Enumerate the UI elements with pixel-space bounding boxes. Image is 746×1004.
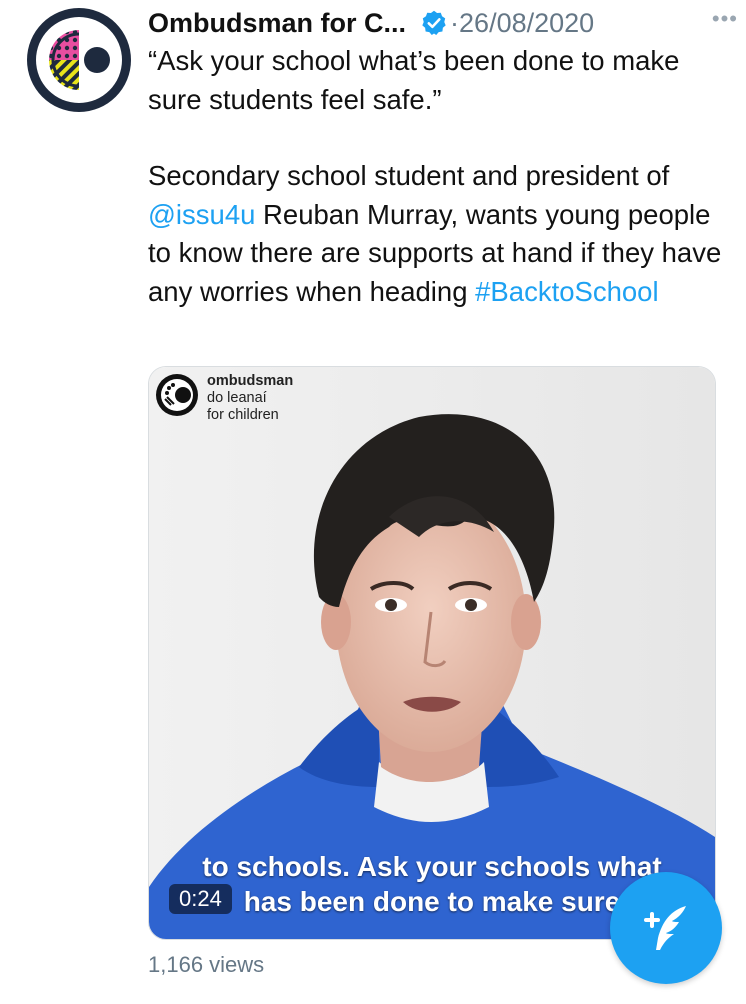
author-name[interactable]: Ombudsman for C... xyxy=(148,8,406,39)
author-avatar[interactable] xyxy=(27,8,131,112)
tweet-header: Ombudsman for C... · 26/08/2020 xyxy=(148,4,728,42)
verified-badge-icon xyxy=(422,10,446,36)
tweet-body: “Ask your school what’s been done to mak… xyxy=(148,42,733,311)
ombudsman-logo-icon xyxy=(156,374,198,416)
more-options-icon[interactable]: ••• xyxy=(712,6,738,32)
tweet-text-part1: Secondary school student and president o… xyxy=(148,160,670,191)
brand-line-2: do leanaí xyxy=(207,390,267,406)
tweet-quote: “Ask your school what’s been done to mak… xyxy=(148,45,680,115)
compose-tweet-icon xyxy=(644,906,686,950)
ombudsman-logo-icon xyxy=(36,17,122,103)
header-separator: · xyxy=(450,7,460,38)
video-brand-watermark: ombudsman do leanaí for children xyxy=(155,373,293,424)
hashtag-link[interactable]: #BacktoSchool xyxy=(475,276,658,307)
view-count: 1,166 views xyxy=(148,952,265,977)
brand-line-3: for children xyxy=(207,407,279,423)
video-player[interactable]: ombudsman do leanaí for children to scho… xyxy=(148,366,716,940)
tweet-date[interactable]: 26/08/2020 xyxy=(459,8,594,39)
video-caption-line-1: to schools. Ask your schools what xyxy=(202,851,662,882)
brand-line-1: ombudsman xyxy=(207,373,294,389)
tweet-paragraph: Secondary school student and president o… xyxy=(148,157,733,311)
video-timer: 0:24 xyxy=(169,884,232,914)
compose-tweet-button[interactable] xyxy=(610,872,722,984)
mention-link[interactable]: @issu4u xyxy=(148,199,255,230)
